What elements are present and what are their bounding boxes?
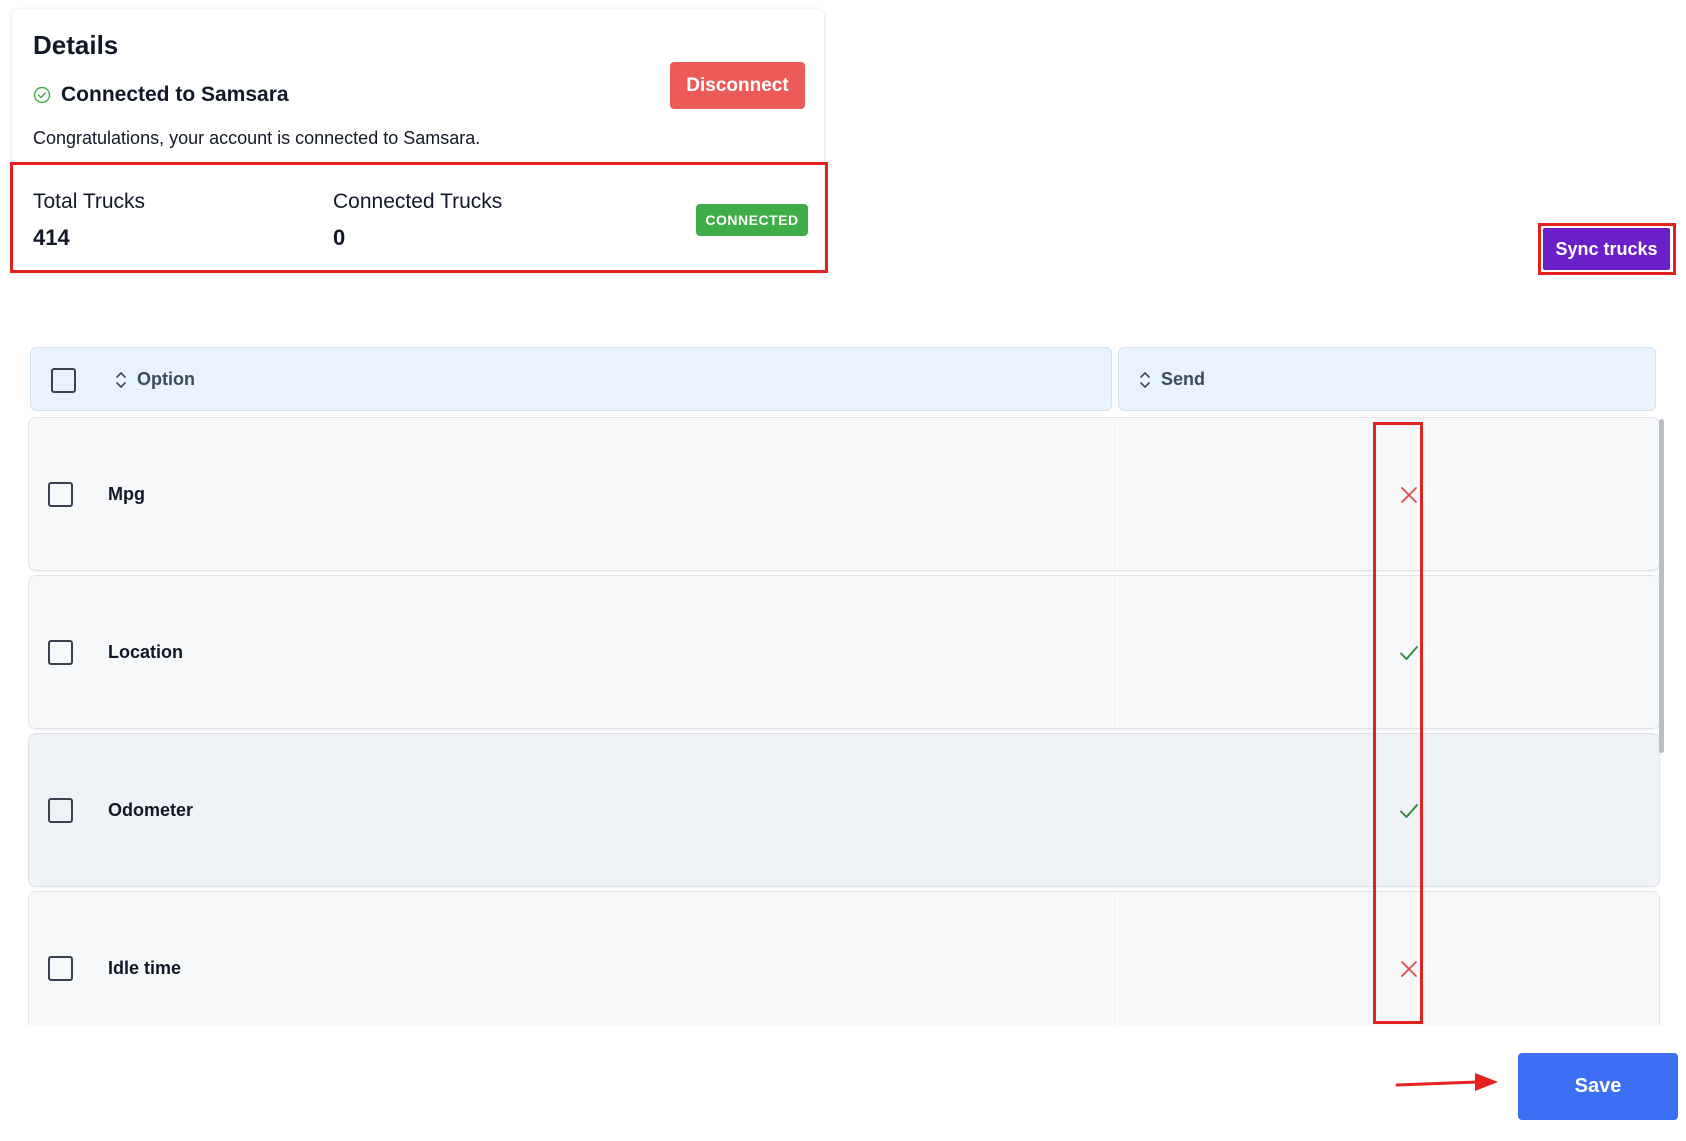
- disconnect-button[interactable]: Disconnect: [670, 62, 805, 109]
- row-checkbox[interactable]: [48, 956, 73, 981]
- column-label: Option: [137, 369, 195, 389]
- column-label: Send: [1161, 369, 1206, 389]
- trucks-stats: Total Trucks 414 Connected Trucks 0 CONN…: [10, 162, 828, 273]
- option-label: Odometer: [108, 800, 194, 820]
- sync-trucks-button[interactable]: Sync trucks: [1543, 228, 1670, 270]
- column-header-send[interactable]: Send: [1118, 347, 1656, 411]
- send-column-highlight: [1373, 422, 1423, 1024]
- connected-trucks-label: Connected Trucks: [333, 190, 503, 213]
- option-label: Mpg: [108, 484, 145, 504]
- connection-message: Congratulations, your account is connect…: [33, 128, 481, 148]
- option-label: Location: [108, 642, 183, 662]
- total-trucks-label: Total Trucks: [33, 190, 146, 213]
- card-title: Details: [33, 30, 119, 60]
- table-scrollbar[interactable]: [1659, 419, 1664, 753]
- row-checkbox[interactable]: [48, 798, 73, 823]
- status-badge: CONNECTED: [696, 204, 808, 236]
- row-checkbox[interactable]: [48, 640, 73, 665]
- arrow-right-icon: [1395, 1073, 1498, 1091]
- total-trucks-value: 414: [33, 225, 70, 250]
- connection-status: Connected to Samsara: [33, 83, 289, 107]
- column-header-option[interactable]: Option: [30, 347, 1112, 411]
- row-checkbox[interactable]: [48, 482, 73, 507]
- option-label: Idle time: [108, 958, 182, 978]
- connected-trucks-value: 0: [333, 225, 346, 250]
- sort-icon[interactable]: [115, 371, 127, 389]
- sort-icon[interactable]: [1139, 371, 1151, 389]
- select-all-checkbox[interactable]: [51, 368, 76, 393]
- connection-status-text: Connected to Samsara: [61, 83, 289, 106]
- save-button[interactable]: Save: [1518, 1053, 1678, 1120]
- check-circle-icon: [33, 86, 51, 104]
